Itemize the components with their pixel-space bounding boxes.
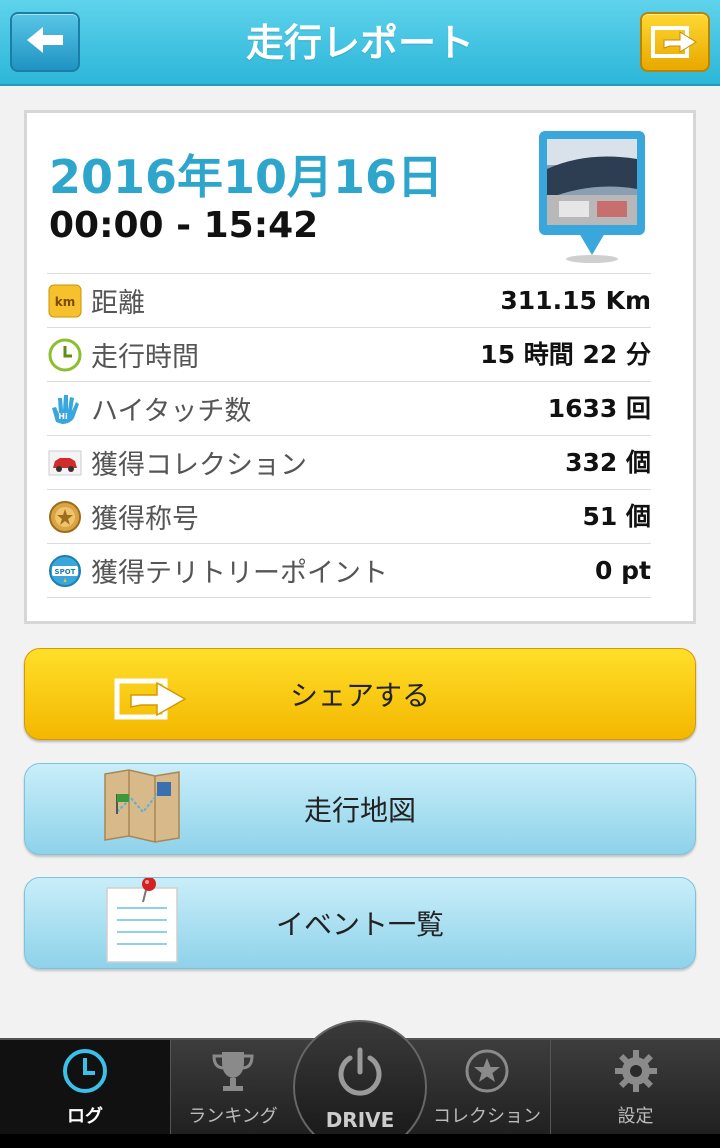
stat-value: 15 時間 22 分 — [480, 340, 651, 369]
gear-icon — [613, 1048, 659, 1098]
car-icon — [47, 445, 83, 481]
bottom-tab-bar: ログ ランキング DRIVE コレクション 設定 — [0, 1020, 720, 1148]
trophy-icon — [210, 1048, 256, 1098]
stat-value: 1633 回 — [547, 394, 651, 423]
stat-row-high-touch: Hi ハイタッチ数 1633 回 — [47, 382, 651, 436]
tab-log-label: ログ — [67, 1106, 103, 1127]
star-icon — [464, 1048, 510, 1098]
share-header-button[interactable] — [640, 12, 710, 72]
share-icon — [650, 20, 700, 64]
clock-icon — [47, 337, 83, 373]
page-title: 走行レポート — [245, 21, 474, 65]
tab-log[interactable]: ログ — [0, 1040, 170, 1136]
tab-ranking-label: ランキング — [188, 1106, 278, 1127]
stat-row-titles: 獲得称号 51 個 — [47, 490, 651, 544]
event-list-button-label: イベント一覧 — [275, 908, 444, 941]
stat-row-territory-points: SPOT 獲得テリトリーポイント 0 pt — [47, 544, 651, 598]
report-date: 2016年10月16日 — [49, 150, 444, 204]
tab-collection-label: コレクション — [433, 1106, 541, 1127]
svg-text:SPOT: SPOT — [55, 568, 76, 576]
hand-icon: Hi — [47, 391, 83, 427]
share-button[interactable]: シェアする — [24, 648, 696, 740]
tab-collection[interactable]: コレクション — [425, 1040, 549, 1136]
stat-value: 51 個 — [582, 502, 652, 531]
stat-row-collection: 獲得コレクション 332 個 — [47, 436, 651, 490]
stat-row-drive-time: 走行時間 15 時間 22 分 — [47, 328, 651, 382]
stat-label: 距離 — [91, 288, 145, 319]
stats-list: km 距離 311.15 Km 走行時間 15 時間 22 分 Hi ハイタッチ… — [47, 273, 651, 598]
photo-thumbnail[interactable] — [537, 129, 647, 265]
report-time-range: 00:00 - 15:42 — [49, 205, 319, 246]
tab-ranking[interactable]: ランキング — [171, 1040, 295, 1136]
svg-text:Hi: Hi — [58, 412, 68, 421]
stat-value: 332 個 — [565, 448, 651, 477]
clock-icon — [62, 1048, 108, 1098]
medal-icon — [47, 499, 83, 535]
tab-settings[interactable]: 設定 — [551, 1040, 720, 1136]
drive-map-button-label: 走行地図 — [303, 794, 416, 827]
power-icon — [334, 1046, 386, 1102]
spot-icon: SPOT — [47, 553, 83, 589]
share-button-label: シェアする — [289, 679, 430, 712]
stat-value: 0 pt — [595, 556, 651, 585]
drive-button[interactable]: DRIVE — [293, 1020, 427, 1148]
system-nav-strip — [0, 1134, 720, 1148]
tab-settings-label: 設定 — [617, 1106, 654, 1127]
app-header: 走行レポート — [0, 0, 720, 86]
stat-label: 獲得称号 — [91, 504, 199, 535]
svg-text:km: km — [55, 295, 75, 309]
stat-label: 獲得コレクション — [91, 450, 307, 481]
report-card: 2016年10月16日 00:00 - 15:42 km 距離 311.15 K… — [24, 110, 696, 624]
stat-label: ハイタッチ数 — [91, 396, 252, 427]
stat-row-distance: km 距離 311.15 Km — [47, 274, 651, 328]
drive-map-button[interactable]: 走行地図 — [24, 763, 696, 855]
stat-label: 走行時間 — [91, 342, 199, 373]
km-icon: km — [47, 283, 83, 319]
stat-value: 311.15 Km — [500, 286, 651, 315]
stat-label: 獲得テリトリーポイント — [91, 558, 388, 589]
event-list-button[interactable]: イベント一覧 — [24, 877, 696, 969]
drive-label: DRIVE — [325, 1108, 395, 1132]
